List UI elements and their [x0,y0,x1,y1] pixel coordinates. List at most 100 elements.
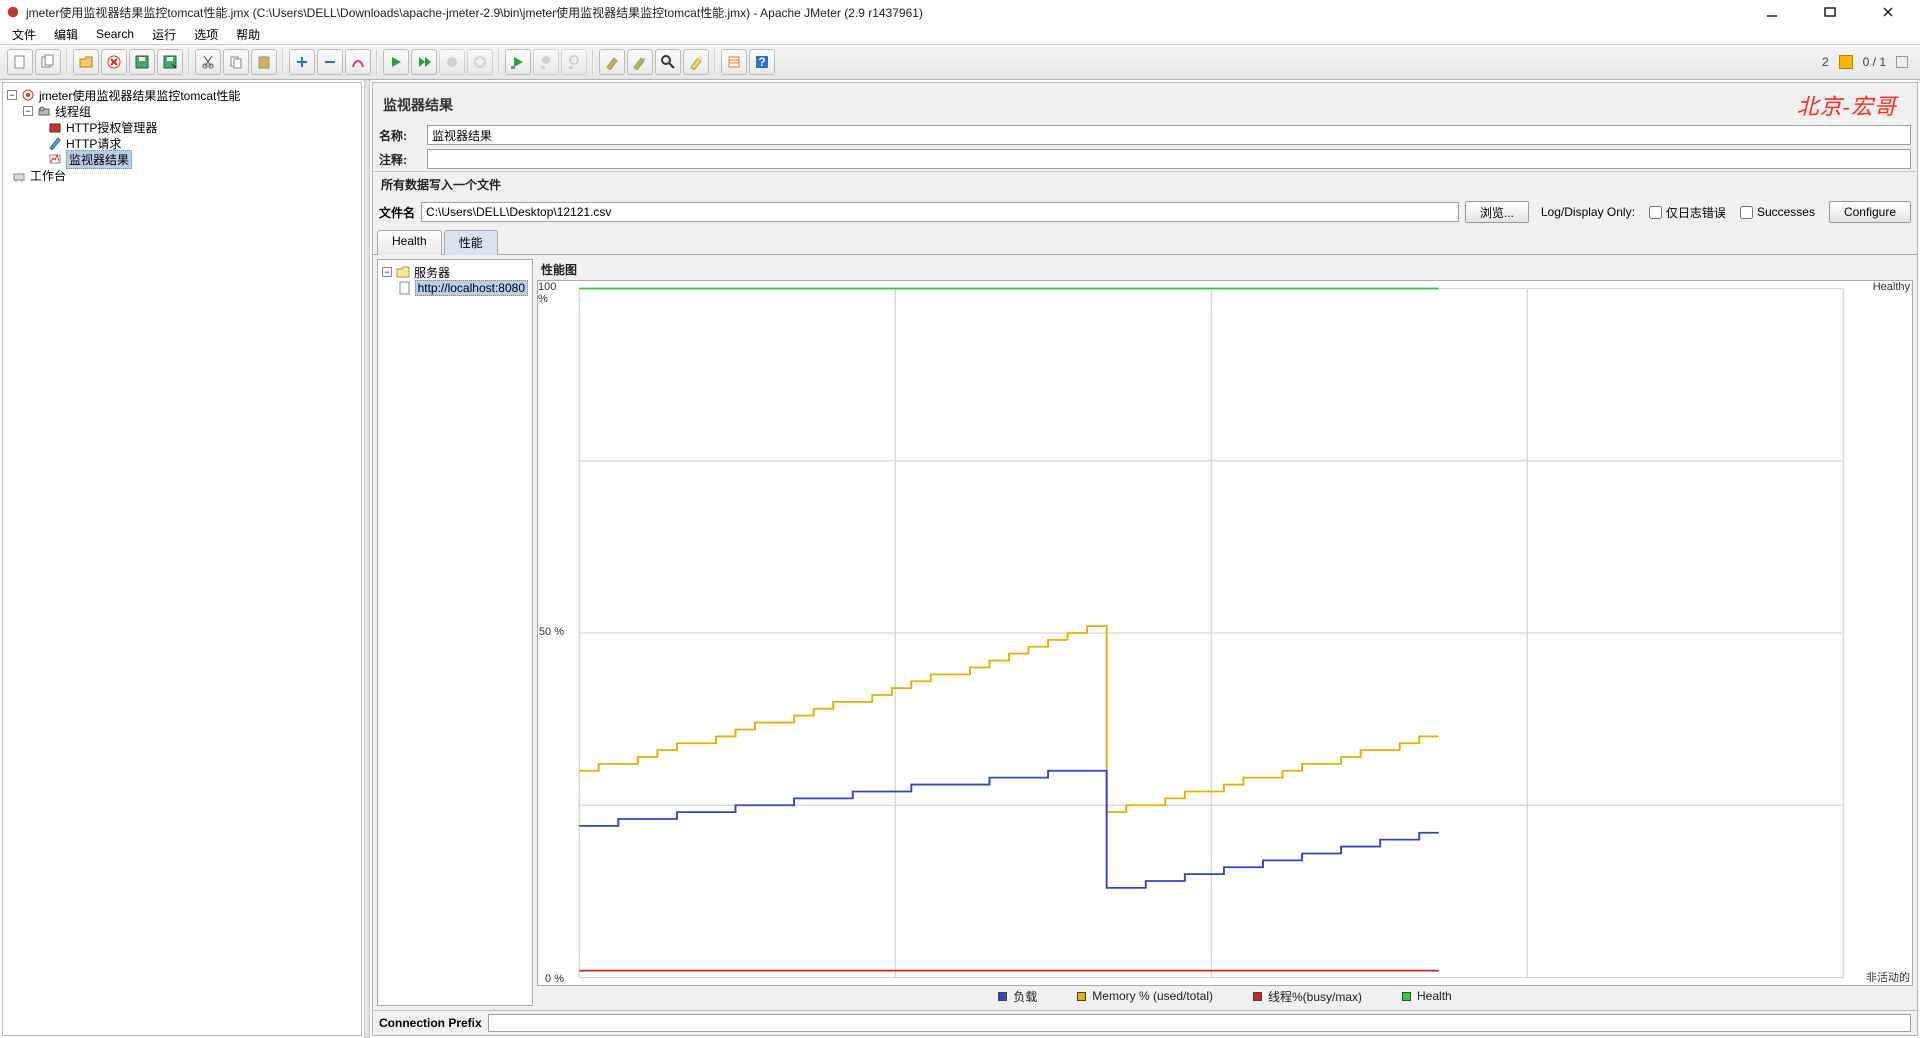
search-tool-button[interactable] [655,49,681,75]
save-as-button[interactable] [157,49,183,75]
tree-toggle-icon[interactable]: − [382,267,392,277]
file-path-input[interactable] [421,202,1459,222]
browse-button[interactable]: 浏览... [1465,201,1529,223]
workbench-icon [11,168,27,182]
collapse-button[interactable] [317,49,343,75]
help-button[interactable]: ? [749,49,775,75]
tree-monitor-results[interactable]: 监视器结果 [7,151,357,167]
comment-label: 注释: [379,151,423,168]
http-auth-icon [47,120,63,134]
testplan-icon [20,88,36,102]
y-axis-0: 0 % [545,973,564,985]
app-icon [6,5,20,19]
window-title: jmeter使用监视器结果监控tomcat性能.jmx (C:\Users\DE… [26,4,1752,21]
window-titlebar: jmeter使用监视器结果监控tomcat性能.jmx (C:\Users\DE… [0,0,1920,24]
new-button[interactable] [7,49,33,75]
log-display-label: Log/Display Only: [1541,205,1635,219]
remote-start-button[interactable] [505,49,531,75]
tab-health[interactable]: Health [377,230,442,255]
tree-toggle-icon[interactable]: − [7,90,17,100]
save-button[interactable] [129,49,155,75]
test-plan-tree[interactable]: − jmeter使用监视器结果监控tomcat性能 − 线程组 HTTP授权管理… [2,82,362,1036]
window-close-button[interactable] [1868,2,1908,22]
watermark-text: 北京-宏哥 [1797,89,1907,121]
result-tabs: Health 性能 [373,229,1917,255]
tree-toggle-icon[interactable]: − [23,106,33,116]
server-root[interactable]: − 服务器 [382,264,528,280]
tree-root[interactable]: − jmeter使用监视器结果监控tomcat性能 [7,87,357,103]
menu-search[interactable]: Search [88,25,142,43]
stop-button[interactable] [439,49,465,75]
templates-button[interactable] [35,49,61,75]
window-maximize-button[interactable] [1810,2,1850,22]
close-testplan-button[interactable] [101,49,127,75]
server-tree[interactable]: − 服务器 http://localhost:8080 [377,259,533,1006]
tree-monitor-results-label: 监视器结果 [66,150,132,169]
name-label: 名称: [379,127,423,144]
shutdown-button[interactable] [467,49,493,75]
toolbar-warn-count: 2 [1822,55,1829,69]
menu-file[interactable]: 文件 [4,24,44,45]
reset-search-button[interactable] [683,49,709,75]
folder-icon [395,265,411,279]
tab-performance[interactable]: 性能 [444,230,498,255]
function-helper-button[interactable] [721,49,747,75]
cut-button[interactable] [195,49,221,75]
clear-button[interactable] [599,49,625,75]
toolbar-thread-count: 0 / 1 [1863,55,1886,69]
warning-icon [1839,55,1853,69]
tree-http-request[interactable]: HTTP请求 [7,135,357,151]
write-all-section-label: 所有数据写入一个文件 [373,171,1917,197]
expand-button[interactable] [289,49,315,75]
remote-shutdown-button[interactable] [561,49,587,75]
monitor-results-icon [47,152,63,166]
tree-workbench-label: 工作台 [30,167,66,184]
copy-button[interactable] [223,49,249,75]
legend-memory: Memory % (used/total) [1077,989,1213,1003]
paste-button[interactable] [251,49,277,75]
file-label: 文件名 [379,204,415,221]
successes-label: Successes [1757,205,1815,219]
vertical-splitter[interactable] [364,80,370,1038]
comment-input[interactable] [427,149,1911,169]
name-input[interactable] [427,125,1911,145]
successes-checkbox[interactable]: Successes [1740,205,1815,219]
details-panel: 监视器结果 北京-宏哥 名称: 注释: 所有数据写入一个文件 文件名 浏览...… [372,82,1918,1036]
toggle-button[interactable] [345,49,371,75]
clear-all-button[interactable] [627,49,653,75]
legend-thread: 线程%(busy/max) [1253,988,1362,1005]
remote-stop-button[interactable] [533,49,559,75]
start-button[interactable] [383,49,409,75]
open-button[interactable] [73,49,99,75]
performance-chart: 100 % 50 % 0 % Healthy 非活动的 [537,280,1913,986]
right-axis-inactive: 非活动的 [1866,969,1910,985]
menu-help[interactable]: 帮助 [228,24,268,45]
menu-run[interactable]: 运行 [144,24,184,45]
thread-group-icon [36,104,52,118]
start-no-timers-button[interactable] [411,49,437,75]
chart-title: 性能图 [537,259,1913,280]
configure-button[interactable]: Configure [1829,201,1911,223]
panel-title: 监视器结果 [383,95,453,115]
tree-thread-group[interactable]: − 线程组 [7,103,357,119]
tree-workbench[interactable]: 工作台 [7,167,357,183]
thread-indicator-icon [1896,56,1908,68]
toolbar: ? 2 0 / 1 [0,44,1920,80]
y-axis-50: 50 % [539,626,564,638]
server-item[interactable]: http://localhost:8080 [382,280,528,296]
connection-prefix-input[interactable] [488,1014,1911,1032]
tree-root-label: jmeter使用监视器结果监控tomcat性能 [39,87,240,104]
menu-options[interactable]: 选项 [186,24,226,45]
menubar: 文件 编辑 Search 运行 选项 帮助 [0,24,1920,44]
menu-edit[interactable]: 编辑 [46,24,86,45]
legend-load: 负载 [998,988,1037,1005]
http-request-icon [47,136,63,150]
legend-health: Health [1402,989,1452,1003]
connection-prefix-label: Connection Prefix [379,1016,482,1030]
tree-http-auth[interactable]: HTTP授权管理器 [7,119,357,135]
svg-text:?: ? [758,55,765,69]
window-minimize-button[interactable] [1752,2,1792,22]
server-root-label: 服务器 [414,264,450,281]
errors-only-checkbox[interactable]: 仅日志错误 [1649,204,1726,221]
server-item-label: http://localhost:8080 [415,280,528,296]
